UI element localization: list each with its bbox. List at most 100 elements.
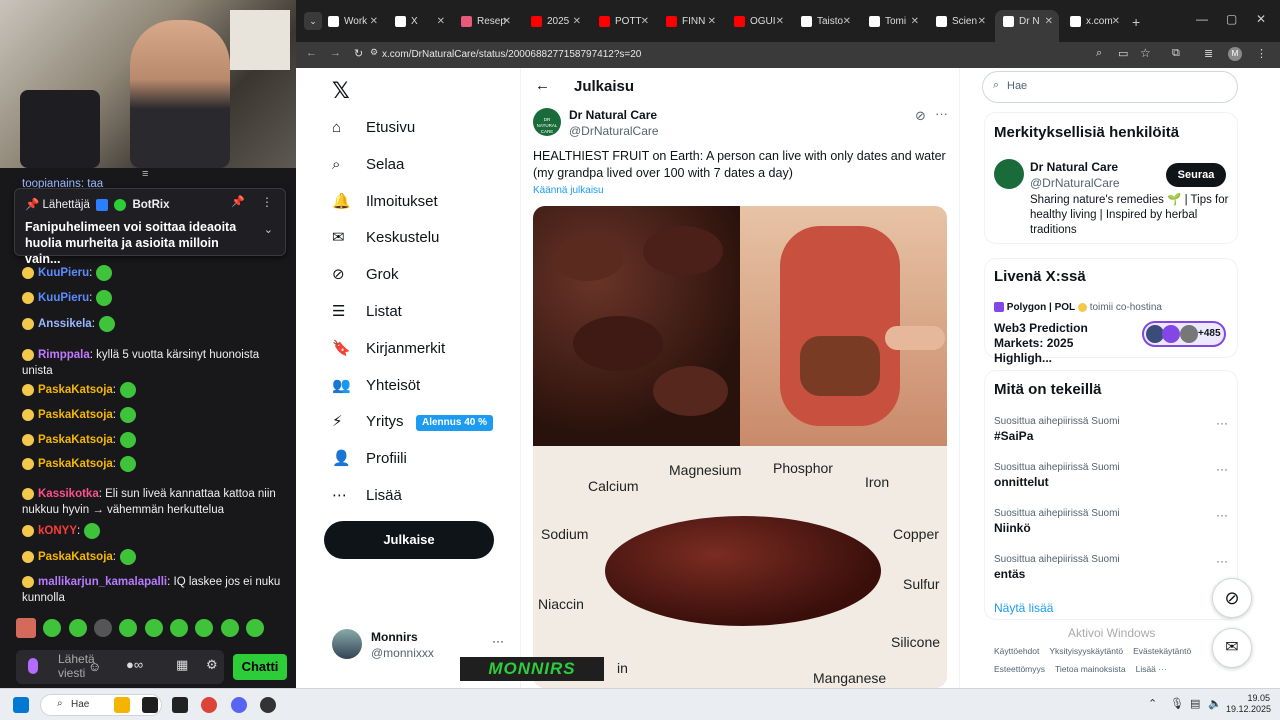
author-avatar[interactable]: DR NATURAL CARE <box>533 108 561 136</box>
zoom-icon[interactable]: ⌕ <box>1096 47 1102 60</box>
cast-icon[interactable]: ▭ <box>1118 47 1128 60</box>
author-name[interactable]: Dr Natural Care <box>569 108 657 122</box>
chat-username[interactable]: KuuPieru <box>38 292 89 304</box>
tweet-image[interactable]: Magnesium Phosphor Calcium Iron Sodium Copper… <box>533 206 947 688</box>
tab-close-icon[interactable]: ✕ <box>978 10 986 34</box>
browser-tab[interactable]: Dr N ✕ <box>995 10 1059 42</box>
chevron-down-icon[interactable]: ⌄ <box>264 223 273 236</box>
chat-username[interactable]: Rimppala <box>38 349 90 361</box>
relevant-avatar[interactable] <box>994 159 1024 189</box>
emote-icon[interactable] <box>119 619 138 637</box>
messages-floating-icon[interactable]: ✉ <box>1212 628 1252 668</box>
tab-close-icon[interactable]: ✕ <box>641 10 649 34</box>
footer-link[interactable]: Lisää ··· <box>1136 660 1167 678</box>
tab-close-icon[interactable]: ✕ <box>776 10 784 34</box>
file-explorer-icon[interactable] <box>114 697 130 713</box>
back-icon[interactable]: ← <box>306 47 317 59</box>
tab-close-icon[interactable]: ✕ <box>1112 10 1120 34</box>
pinned-message[interactable]: 📌 Lähettäjä BotRix 📌 ⋮ Fanipuhelimeen vo… <box>14 188 286 266</box>
footer-link[interactable]: Esteettömyys <box>994 660 1045 678</box>
store-icon[interactable]: ▦ <box>176 657 188 673</box>
translate-link[interactable]: Käännä julkaisu <box>533 185 604 196</box>
chat-username[interactable]: PaskaKatsoja <box>38 434 113 446</box>
trend-more-icon[interactable]: ··· <box>1216 416 1228 430</box>
chat-username[interactable]: PaskaKatsoja <box>38 384 113 396</box>
mic-tray-icon[interactable]: 🎙 <box>1170 697 1184 710</box>
account-name[interactable]: Monnirs <box>371 630 418 644</box>
emote-icon[interactable] <box>43 619 62 637</box>
trend-more-icon[interactable]: ··· <box>1216 508 1228 522</box>
emote-icon[interactable] <box>170 619 189 637</box>
tab-close-icon[interactable]: ✕ <box>503 10 511 34</box>
footer-link[interactable]: Yksityisyyskäytäntö <box>1049 642 1123 660</box>
chat-username[interactable]: PaskaKatsoja <box>38 409 113 421</box>
close-window-icon[interactable]: ✕ <box>1256 12 1266 26</box>
tray-chevron-icon[interactable]: ⌃ <box>1148 697 1157 710</box>
author-handle[interactable]: @DrNaturalCare <box>569 124 659 138</box>
browser-tab[interactable]: Work ✕ <box>320 10 384 34</box>
chat-username[interactable]: PaskaKatsoja <box>38 551 113 563</box>
tab-close-icon[interactable]: ✕ <box>573 10 581 34</box>
bits-icon[interactable]: ●∞ <box>126 657 143 672</box>
minimize-icon[interactable]: — <box>1196 12 1208 26</box>
browser-tab[interactable]: OGUI ✕ <box>726 10 790 34</box>
windows-start-icon[interactable] <box>13 697 29 713</box>
browser-tab[interactable]: Scien ✕ <box>928 10 992 34</box>
reload-icon[interactable]: ↻ <box>354 47 363 60</box>
trend-item[interactable]: Suosittua aihepiirissä Suomi entäs ··· <box>994 554 1234 581</box>
pin-toggle-icon[interactable]: 📌 <box>231 195 245 208</box>
live-event[interactable]: Web3 Prediction Markets: 2025 Highligh..… <box>994 321 1134 366</box>
chat-username[interactable]: mallikarjun_kamalapalli <box>38 576 167 588</box>
tab-close-icon[interactable]: ✕ <box>437 10 445 34</box>
chat-send-button[interactable]: Chatti <box>233 654 287 680</box>
bookmark-star-icon[interactable]: ☆ <box>1140 46 1151 60</box>
browser-tab[interactable]: POTT ✕ <box>591 10 655 34</box>
search-input[interactable]: ⌕ Hae <box>982 71 1238 103</box>
emote-icon[interactable] <box>246 619 265 637</box>
emoji-icon[interactable]: ☺ <box>88 659 101 674</box>
grok-floating-icon[interactable]: ⊘ <box>1212 578 1252 618</box>
account-avatar[interactable] <box>332 629 362 659</box>
follow-button[interactable]: Seuraa <box>1166 163 1226 187</box>
post-button[interactable]: Julkaise <box>324 521 494 559</box>
extensions-icon[interactable]: ⧉ <box>1172 47 1180 60</box>
chat-username[interactable]: Kassikotka <box>38 488 99 500</box>
tab-close-icon[interactable]: ✕ <box>1045 10 1053 34</box>
tab-close-icon[interactable]: ✕ <box>911 10 919 34</box>
profile-avatar[interactable]: M <box>1228 47 1242 61</box>
emote-icon[interactable] <box>220 619 239 637</box>
site-info-icon[interactable]: ⚙ <box>370 47 378 58</box>
browser-tab[interactable]: Tomi ✕ <box>861 10 925 34</box>
account-more-icon[interactable]: ··· <box>492 634 504 648</box>
grok-explain-icon[interactable]: ⊘ <box>915 108 926 124</box>
chat-username[interactable]: KuuPieru <box>38 267 89 279</box>
menu-icon[interactable]: ⋮ <box>1256 47 1267 60</box>
chat-username[interactable]: kONYY <box>38 525 77 537</box>
chat-input[interactable]: Lähetä viesti ☺ ●∞ ▦ ⚙ <box>16 650 224 684</box>
emote-icon[interactable] <box>16 618 36 638</box>
x-app-icon[interactable] <box>172 697 188 713</box>
footer-link[interactable]: Tietoa mainoksista <box>1055 660 1126 678</box>
reading-list-icon[interactable]: ≣ <box>1204 47 1213 60</box>
relevant-name[interactable]: Dr Natural Care <box>1030 160 1118 174</box>
emote-icon[interactable] <box>68 619 87 637</box>
tab-close-icon[interactable]: ✕ <box>843 10 851 34</box>
live-listeners[interactable]: +485 <box>1142 321 1226 347</box>
chat-username[interactable]: PaskaKatsoja <box>38 458 113 470</box>
tab-close-icon[interactable]: ✕ <box>370 10 378 34</box>
trend-item[interactable]: Suosittua aihepiirissä Suomi onnittelut ··… <box>994 462 1234 489</box>
browser-tab[interactable]: Resep ✕ <box>453 10 517 34</box>
browser-tab[interactable]: FINN ✕ <box>658 10 722 34</box>
more-options-icon[interactable]: ⋮ <box>261 195 273 209</box>
volume-icon[interactable]: 🔈 <box>1208 697 1222 710</box>
trend-item[interactable]: Suosittua aihepiirissä Suomi Niinkö ··· <box>994 508 1234 535</box>
browser-tab[interactable]: Taisto ✕ <box>793 10 857 34</box>
forward-icon[interactable]: → <box>330 47 341 59</box>
gear-icon[interactable]: ⚙ <box>206 657 218 673</box>
mic-icon[interactable] <box>28 658 38 674</box>
tab-close-icon[interactable]: ✕ <box>708 10 716 34</box>
back-arrow-icon[interactable]: ← <box>535 77 550 94</box>
browser-tab[interactable]: X ✕ <box>387 10 451 34</box>
network-icon[interactable]: ▤ <box>1190 697 1200 710</box>
browser-tab[interactable]: 2025 ✕ <box>523 10 587 34</box>
